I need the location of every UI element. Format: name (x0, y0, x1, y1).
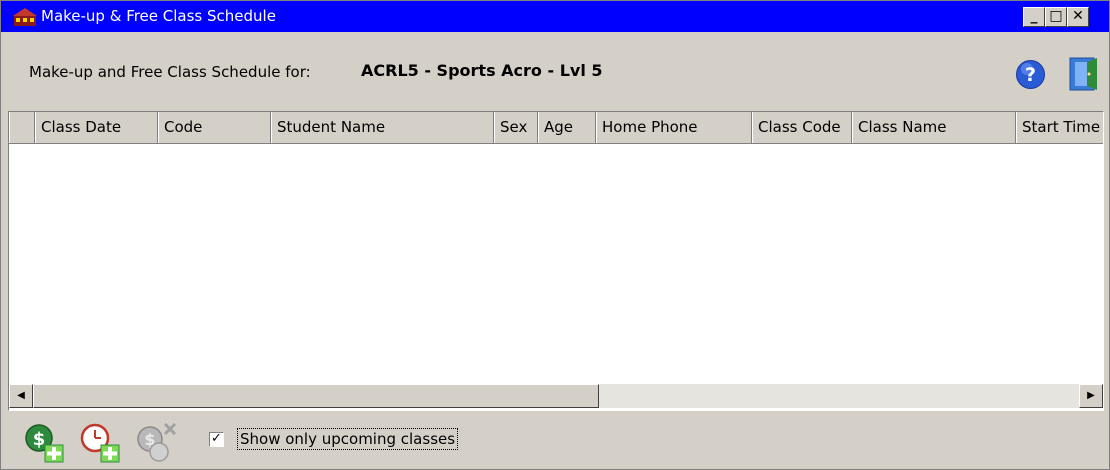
class-title: ACRL5 - Sports Acro - Lvl 5 (361, 61, 603, 80)
column-header-age[interactable]: Age (538, 112, 596, 143)
column-header-class-name[interactable]: Class Name (852, 112, 1016, 143)
horizontal-scrollbar[interactable]: ◀ ▶ (9, 384, 1103, 408)
scroll-right-arrow-icon[interactable]: ▶ (1079, 384, 1103, 408)
svg-text:?: ? (1025, 64, 1036, 86)
add-makeup-icon[interactable]: $ (23, 421, 67, 465)
column-header-sex[interactable]: Sex (494, 112, 538, 143)
column-header-home-phone[interactable]: Home Phone (596, 112, 752, 143)
column-header-student-name[interactable]: Student Name (271, 112, 494, 143)
svg-text:$: $ (33, 429, 46, 450)
column-header-class-code[interactable]: Class Code (752, 112, 852, 143)
column-header-code[interactable]: Code (158, 112, 271, 143)
close-button[interactable]: ✕ (1067, 7, 1089, 27)
row-selector-header (9, 112, 35, 143)
grid-header: Class Date Code Student Name Sex Age Hom… (9, 112, 1103, 144)
exit-door-icon[interactable] (1067, 56, 1101, 92)
title-bar[interactable]: Make-up & Free Class Schedule _ □ ✕ (1, 1, 1109, 32)
scroll-thumb[interactable] (33, 384, 599, 408)
app-icon (13, 8, 37, 26)
add-free-class-icon[interactable] (79, 421, 123, 465)
minimize-button[interactable]: _ (1023, 7, 1045, 27)
grid-body[interactable] (9, 144, 1103, 382)
schedule-header: Make-up and Free Class Schedule for: ACR… (1, 32, 1109, 102)
show-upcoming-label[interactable]: Show only upcoming classes (237, 428, 459, 450)
column-header-start-time[interactable]: Start Time (1016, 112, 1103, 143)
schedule-for-label: Make-up and Free Class Schedule for: (29, 63, 311, 81)
help-icon[interactable]: ? (1015, 59, 1046, 90)
scroll-left-arrow-icon[interactable]: ◀ (9, 384, 33, 408)
column-header-class-date[interactable]: Class Date (35, 112, 158, 143)
bottom-toolbar: $ $ ✓ Show only upcoming classes (1, 414, 1109, 469)
show-upcoming-checkbox[interactable]: ✓ (209, 432, 224, 447)
maximize-button[interactable]: □ (1045, 7, 1067, 27)
remove-class-icon[interactable]: $ (135, 421, 179, 465)
makeup-schedule-window: Make-up & Free Class Schedule _ □ ✕ Make… (0, 0, 1110, 470)
window-title: Make-up & Free Class Schedule (41, 7, 276, 25)
schedule-grid[interactable]: Class Date Code Student Name Sex Age Hom… (8, 111, 1104, 411)
